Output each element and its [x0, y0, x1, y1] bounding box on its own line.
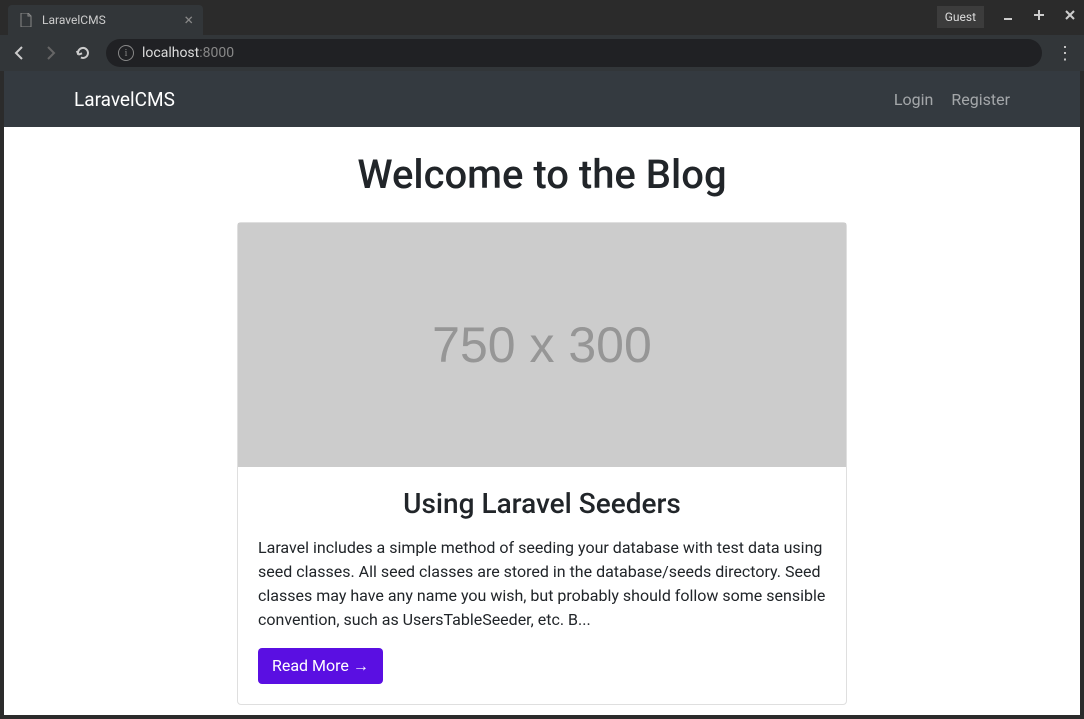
file-icon	[18, 12, 34, 28]
browser-tab[interactable]: LaravelCMS ×	[8, 5, 203, 35]
tab-title: LaravelCMS	[42, 13, 184, 27]
browser-chrome: LaravelCMS × Guest i localhost	[0, 0, 1084, 71]
navbar-nav: Login Register	[894, 90, 1010, 109]
site-navbar: LaravelCMS Login Register	[4, 71, 1080, 127]
url-text: localhost:8000	[142, 45, 234, 61]
close-window-icon[interactable]	[1064, 9, 1076, 25]
info-icon[interactable]: i	[118, 45, 134, 61]
minimize-icon[interactable]	[1002, 9, 1014, 25]
post-card-body: Using Laravel Seeders Laravel includes a…	[238, 467, 846, 704]
post-image-placeholder: 750 x 300	[238, 223, 846, 467]
window-controls: Guest	[937, 6, 1076, 28]
menu-icon[interactable]: ⋮	[1056, 43, 1074, 64]
post-card: 750 x 300 Using Laravel Seeders Laravel …	[237, 222, 847, 705]
navbar-brand[interactable]: LaravelCMS	[74, 88, 175, 111]
guest-badge[interactable]: Guest	[937, 6, 984, 28]
close-icon[interactable]: ×	[184, 12, 193, 28]
page-title: Welcome to the Blog	[4, 151, 1080, 198]
forward-icon	[42, 44, 60, 62]
page-viewport[interactable]: LaravelCMS Login Register Welcome to the…	[4, 71, 1080, 715]
login-link[interactable]: Login	[894, 90, 933, 109]
post-excerpt: Laravel includes a simple method of seed…	[258, 536, 826, 632]
read-more-button[interactable]: Read More →	[258, 648, 383, 684]
back-icon[interactable]	[10, 44, 28, 62]
address-bar: i localhost:8000 ⋮	[0, 35, 1084, 71]
post-title: Using Laravel Seeders	[258, 487, 826, 520]
maximize-icon[interactable]	[1032, 8, 1046, 26]
tab-bar: LaravelCMS × Guest	[0, 0, 1084, 35]
register-link[interactable]: Register	[951, 90, 1010, 109]
url-bar[interactable]: i localhost:8000	[106, 39, 1042, 67]
reload-icon[interactable]	[74, 44, 92, 62]
